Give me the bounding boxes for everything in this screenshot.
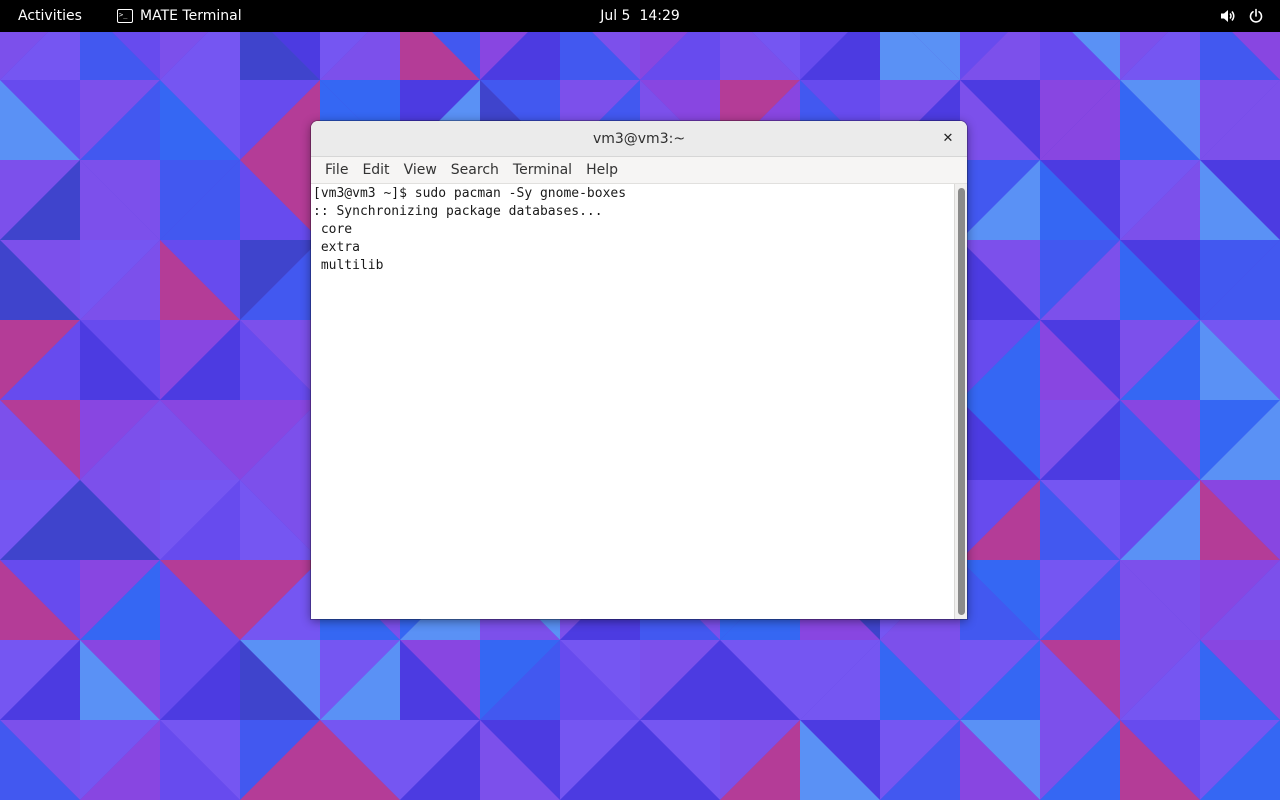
window-titlebar[interactable]: vm3@vm3:~ ✕ [311, 121, 967, 157]
app-menu-button[interactable]: >_ MATE Terminal [117, 0, 242, 32]
clock-date[interactable]: Jul 5 [600, 8, 630, 24]
volume-icon[interactable] [1220, 8, 1236, 24]
menu-bar: File Edit View Search Terminal Help [311, 157, 967, 184]
top-bar: Activities >_ MATE Terminal Jul 5 14:29 [0, 0, 1280, 32]
scrollbar[interactable] [954, 184, 967, 619]
desktop: Activities >_ MATE Terminal Jul 5 14:29 [0, 0, 1280, 800]
clock-time[interactable]: 14:29 [639, 8, 679, 24]
activities-button[interactable]: Activities [18, 0, 82, 32]
scrollbar-thumb[interactable] [958, 188, 965, 615]
close-button[interactable]: ✕ [939, 130, 957, 148]
power-icon[interactable] [1248, 8, 1264, 24]
terminal-icon: >_ [117, 9, 133, 23]
terminal-line: core [313, 222, 353, 237]
menu-terminal[interactable]: Terminal [506, 162, 579, 178]
menu-help[interactable]: Help [579, 162, 625, 178]
window-title: vm3@vm3:~ [592, 131, 686, 147]
terminal-line: extra [313, 240, 360, 255]
system-tray[interactable] [1220, 0, 1264, 32]
terminal-output[interactable]: [vm3@vm3 ~]$ sudo pacman -Sy gnome-boxes… [311, 184, 954, 619]
terminal-line: :: Synchronizing package databases... [313, 204, 603, 219]
menu-view[interactable]: View [397, 162, 444, 178]
app-menu-label: MATE Terminal [140, 8, 242, 24]
menu-file[interactable]: File [318, 162, 355, 178]
terminal-line: [vm3@vm3 ~]$ sudo pacman -Sy gnome-boxes [313, 186, 627, 201]
menu-edit[interactable]: Edit [355, 162, 396, 178]
close-icon: ✕ [942, 131, 954, 146]
menu-search[interactable]: Search [444, 162, 506, 178]
terminal-window[interactable]: vm3@vm3:~ ✕ File Edit View Search Termin… [311, 121, 967, 619]
terminal-line: multilib [313, 258, 384, 273]
